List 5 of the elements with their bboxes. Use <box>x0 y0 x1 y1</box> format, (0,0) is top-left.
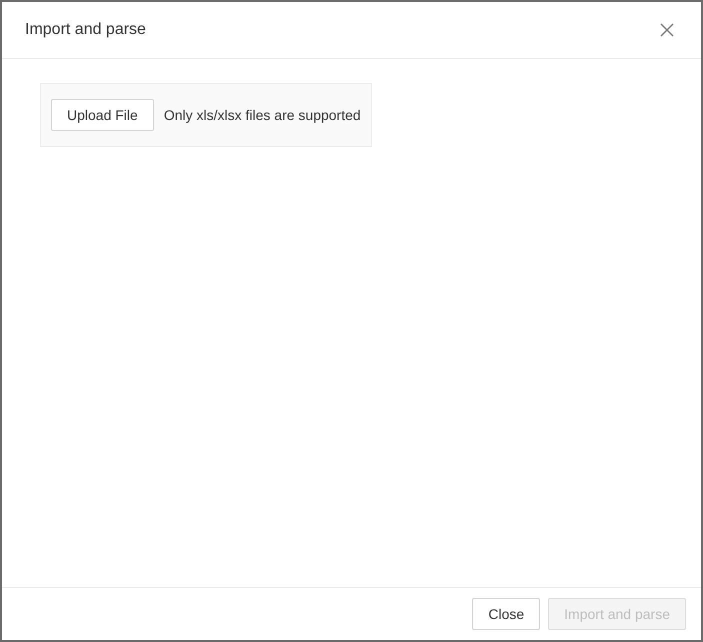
upload-hint: Only xls/xlsx files are supported <box>164 106 361 125</box>
footer-button[interactable]: Close <box>472 598 540 630</box>
dialog-title: Import and parse <box>25 20 146 40</box>
upload-button[interactable]: Upload File <box>51 99 154 131</box>
close-icon[interactable] <box>659 22 675 38</box>
